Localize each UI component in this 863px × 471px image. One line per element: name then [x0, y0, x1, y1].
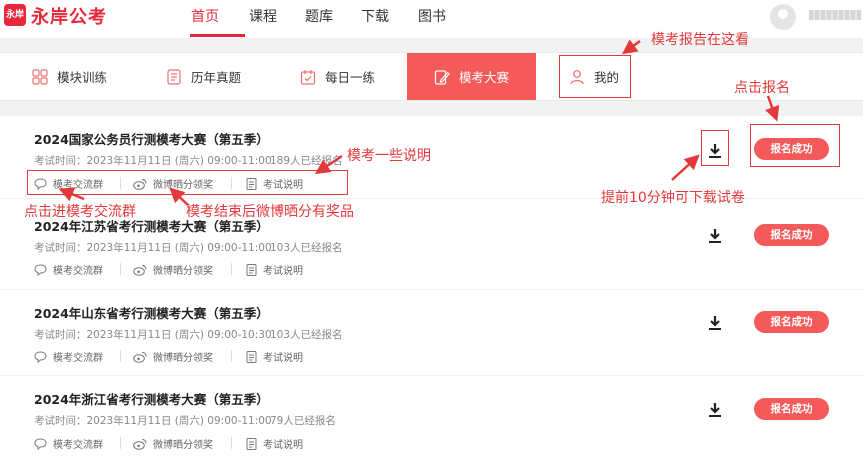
- arrow-report: [621, 39, 641, 55]
- arrow-download: [671, 154, 700, 181]
- arrow-signup: [765, 95, 780, 122]
- arrow-notes: [314, 154, 343, 175]
- arrow-weibo: [169, 187, 189, 206]
- arrow-group: [58, 187, 85, 202]
- annotation-arrows: [58, 39, 780, 206]
